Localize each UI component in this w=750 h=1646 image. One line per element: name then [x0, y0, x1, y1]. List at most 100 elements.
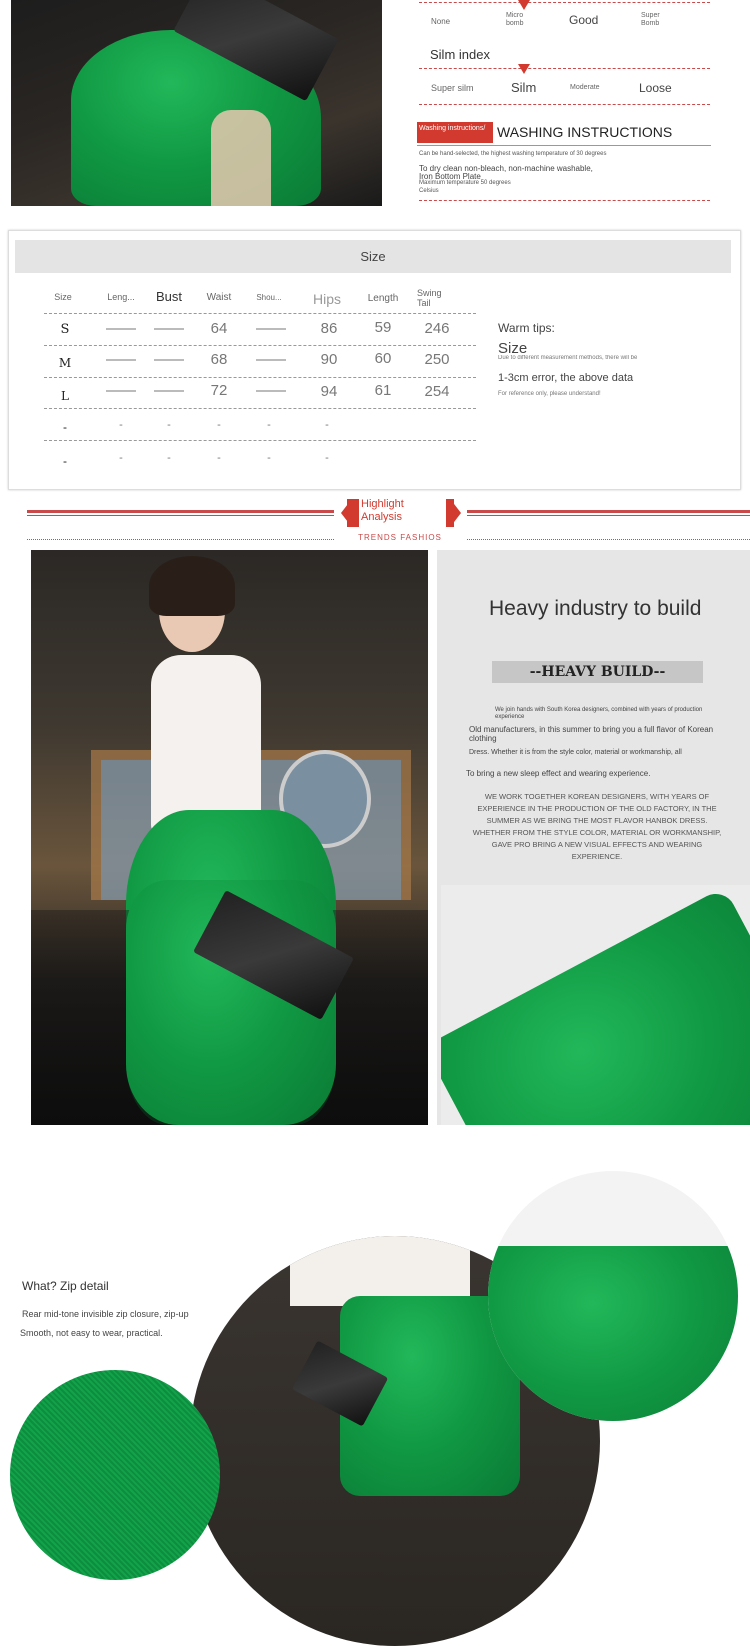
banner-dots-left: [27, 539, 334, 540]
fabric-weave-circle: [10, 1370, 220, 1580]
col-header-length: Length: [367, 293, 399, 304]
warm-tips-title: Warm tips:: [498, 321, 555, 335]
zip-closeup-fabric: [488, 1246, 738, 1421]
heavy-p1: We join hands with South Korea designers…: [495, 707, 703, 720]
table-cell: L: [61, 389, 69, 403]
table-cell: M: [58, 356, 72, 370]
table-cell: -: [167, 419, 171, 431]
washing-badge-text: Washing instructions/: [419, 125, 486, 132]
table-cell: -: [267, 419, 271, 431]
zip-closeup-circle: [488, 1171, 738, 1421]
highlight-subtitle: TRENDS FASHIOS: [358, 533, 442, 542]
model-hair: [149, 556, 235, 616]
heavy-p3: Dress. Whether it is from the style colo…: [469, 749, 682, 756]
banner-line-left-thin: [27, 515, 334, 516]
table-cell: 59: [374, 319, 392, 336]
heavy-banner-text: --HEAVY BUILD--: [529, 664, 666, 680]
table-cell: -: [63, 420, 67, 434]
warm-tips-size: Size: [498, 340, 528, 353]
col-header-shoulder: Shou...: [256, 293, 282, 302]
washing-line-4: Maximum temperature 50 degrees: [419, 180, 511, 186]
washing-title: WASHING INSTRUCTIONS: [497, 124, 673, 140]
table-row-divider: [44, 345, 476, 346]
scale-label-super: Super Bomb: [641, 12, 660, 27]
table-cell: 60: [374, 350, 392, 367]
col-header-waist: Waist: [206, 292, 232, 303]
zip-title: What? Zip detail: [22, 1279, 109, 1293]
table-cell: 94: [320, 383, 338, 400]
washing-line-5: Celsius: [419, 188, 439, 194]
washing-line-3: Iron Bottom Plate: [419, 172, 481, 179]
table-cell: -: [325, 452, 329, 464]
size-panel-title: Size: [360, 249, 386, 264]
silm-index-title: Silm index: [430, 47, 490, 62]
heavy-p2: Old manufacturers, in this summer to bri…: [469, 725, 714, 743]
table-cell: 254: [424, 383, 450, 400]
col-header-hips: Hips: [312, 291, 341, 307]
washing-divider: [417, 145, 711, 146]
table-cell: 64: [210, 320, 228, 337]
col-header-swing-tail: Swing Tail: [417, 288, 442, 308]
warm-tips-reference: For reference only, please understand!: [498, 391, 601, 397]
scale-label-none: None: [431, 17, 451, 26]
col-header-size: Size: [54, 292, 72, 302]
table-cell: 250: [424, 351, 450, 368]
table-cell: ——: [154, 320, 184, 337]
table-cell: -: [119, 419, 123, 431]
table-cell: -: [119, 452, 123, 464]
scale-marker: [518, 0, 530, 10]
waistband-fabric: [441, 886, 750, 1125]
table-cell: 90: [320, 351, 338, 368]
highlight-box: Highlight Analysis: [341, 497, 461, 530]
silm-label-loose: Loose: [639, 81, 672, 95]
highlight-right-arrow: [451, 500, 461, 526]
warm-tips-error: 1-3cm error, the above data: [498, 372, 634, 384]
table-row-divider: [44, 377, 476, 378]
banner-line-right-thin: [467, 515, 750, 516]
silm-label-super: Super silm: [431, 83, 474, 93]
heavy-p4: To bring a new sleep effect and wearing …: [466, 769, 651, 778]
table-cell: ——: [256, 351, 286, 368]
silm-label-silm: Silm: [511, 80, 537, 95]
table-cell: ——: [106, 382, 136, 399]
table-cell: ——: [154, 382, 184, 399]
banner-line-right: [467, 510, 750, 513]
table-cell: 68: [210, 351, 228, 368]
table-cell: ——: [154, 351, 184, 368]
table-cell: S: [60, 322, 70, 337]
heavy-caps: WE WORK TOGETHER KOREAN DESIGNERS, WITH …: [472, 792, 722, 861]
banner-line-left: [27, 510, 334, 513]
fabric-closeup: [441, 885, 750, 1125]
silm-divider-bottom: [419, 104, 710, 105]
warm-tips-note: Due to different measurement methods, th…: [498, 355, 638, 361]
table-cell: -: [217, 452, 221, 464]
table-cell: ——: [256, 382, 286, 399]
scale-divider-top: [419, 2, 710, 3]
top-product-photo: [11, 0, 382, 206]
washing-badge: Washing instructions/: [417, 122, 493, 143]
table-cell: 61: [374, 382, 392, 399]
table-cell: ——: [256, 320, 286, 337]
silm-divider: [419, 68, 710, 69]
zip-line-1: Rear mid-tone invisible zip closure, zip…: [22, 1309, 189, 1319]
table-cell: -: [63, 454, 67, 468]
col-header-length-short: Leng...: [107, 292, 135, 302]
table-cell: 86: [320, 320, 338, 337]
table-row-divider: [44, 408, 476, 409]
silm-marker: [518, 64, 530, 74]
washing-line-1: Can be hand-selected, the highest washin…: [419, 151, 607, 157]
table-row-divider: [44, 313, 476, 314]
table-cell: -: [325, 419, 329, 431]
banner-dots-right: [467, 539, 750, 540]
highlight-left-bar: [347, 499, 359, 527]
table-cell: -: [267, 452, 271, 464]
table-cell: -: [217, 419, 221, 431]
table-cell: -: [167, 452, 171, 464]
table-cell: 246: [424, 320, 450, 337]
washing-divider-bottom: [419, 200, 710, 201]
table-cell: ——: [106, 351, 136, 368]
col-header-bust: Bust: [155, 289, 182, 304]
heavy-title: Heavy industry to build: [489, 597, 702, 620]
table-row-divider: [44, 440, 476, 441]
table-cell: ——: [106, 320, 136, 337]
